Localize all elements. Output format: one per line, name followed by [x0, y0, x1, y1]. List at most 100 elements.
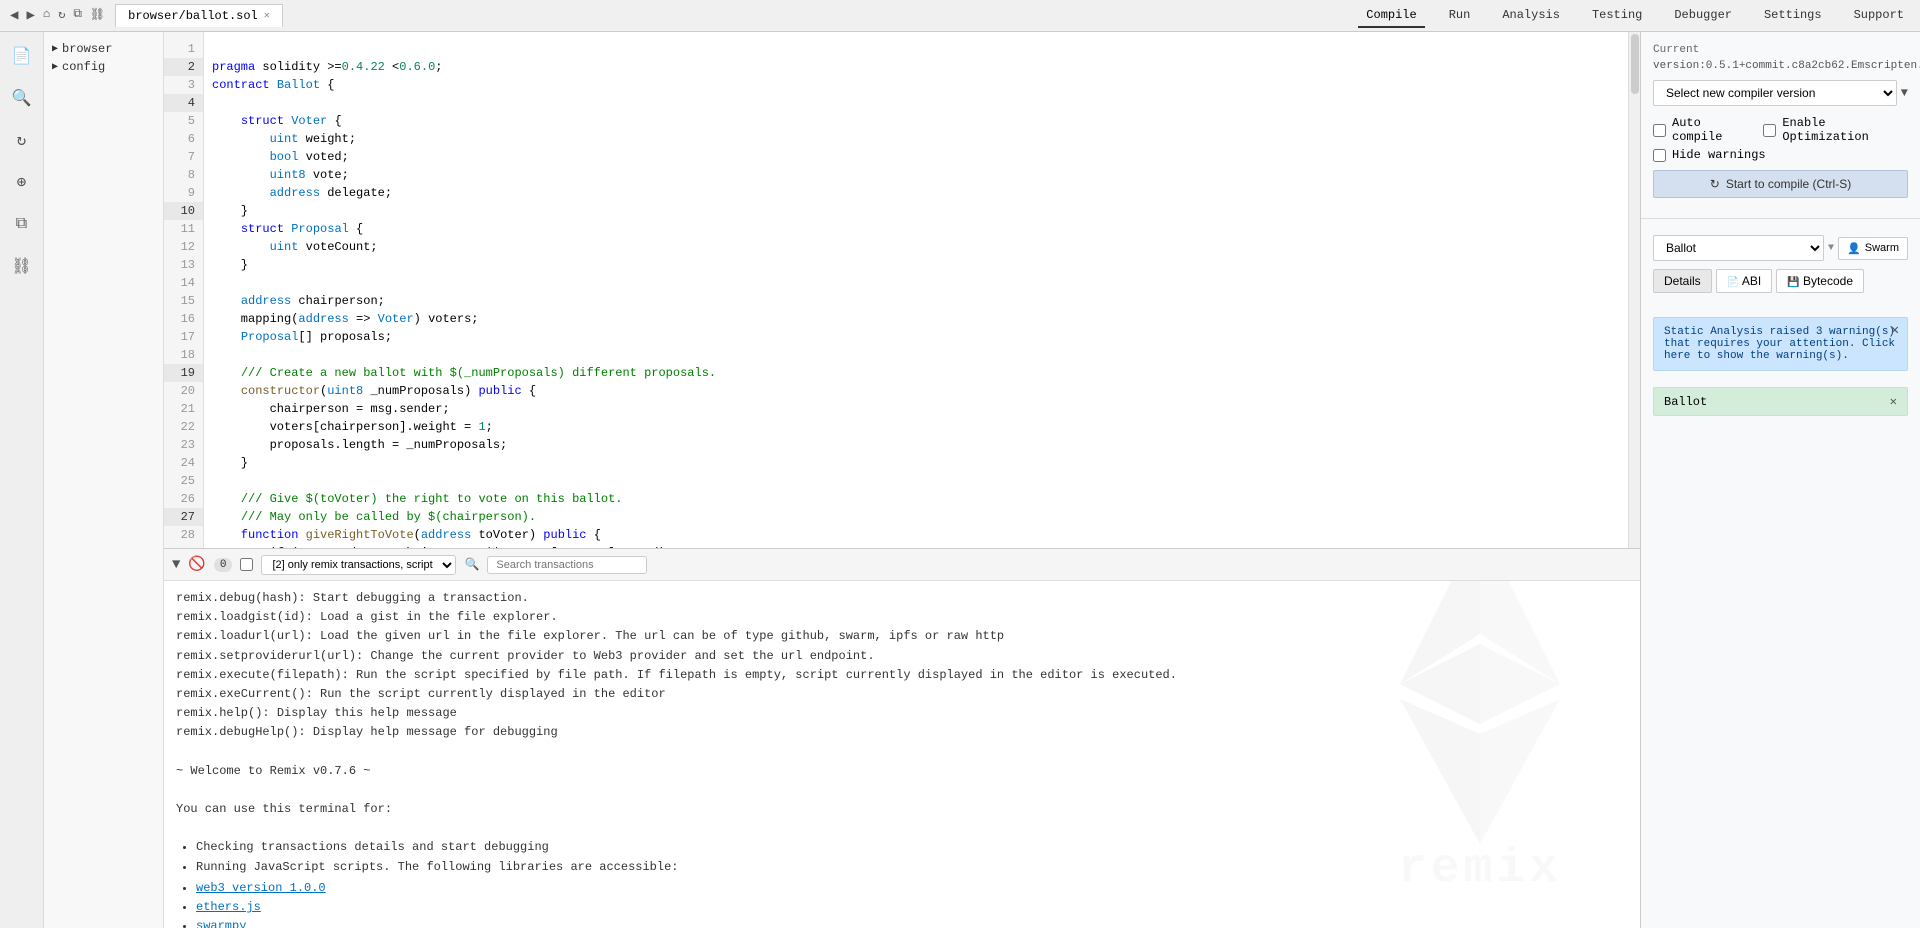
- ln-25: 25: [164, 472, 203, 490]
- code-line-19: constructor(uint8 _numProposals) public …: [212, 384, 536, 398]
- console-sublink-1: web3 version 1.0.0: [196, 879, 1628, 898]
- config-label: config: [62, 60, 105, 74]
- console-search-input[interactable]: [487, 556, 647, 574]
- ln-2: 2: [164, 58, 203, 76]
- menu-testing[interactable]: Testing: [1584, 4, 1650, 28]
- divider-1: [1641, 218, 1920, 219]
- code-line-2: contract Ballot {: [212, 78, 334, 92]
- enable-opt-checkbox[interactable]: [1763, 124, 1776, 137]
- console-welcome: ~ Welcome to Remix v0.7.6 ~: [176, 762, 1628, 781]
- topbar: ◀ ▶ ⌂ ↻ ⧉ ⛓ browser/ballot.sol ✕ Compile…: [0, 0, 1920, 32]
- file-icon[interactable]: 📄: [6, 40, 38, 72]
- contract-select[interactable]: Ballot: [1653, 235, 1824, 261]
- console-line-7: remix.help(): Display this help message: [176, 704, 1628, 723]
- swarm-label: Swarm: [1865, 242, 1899, 254]
- menu-bar: Compile Run Analysis Testing Debugger Se…: [1358, 4, 1912, 28]
- console-line-8: remix.debugHelp(): Display help message …: [176, 723, 1628, 742]
- tree-item-config[interactable]: ▶ config: [48, 58, 159, 76]
- compile-button[interactable]: ↻ Start to compile (Ctrl-S): [1653, 170, 1908, 198]
- ln-13: 13: [164, 256, 203, 274]
- tree-item-browser[interactable]: ▶ browser: [48, 40, 159, 58]
- ballot-badge-close-button[interactable]: ✕: [1890, 394, 1897, 409]
- ln-17: 17: [164, 328, 203, 346]
- ln-15: 15: [164, 292, 203, 310]
- swarm-person-icon: 👤: [1847, 242, 1861, 255]
- link2-icon[interactable]: ⛓: [6, 250, 38, 282]
- code-line-27: function giveRightToVote(address toVoter…: [212, 528, 601, 542]
- ethers-link[interactable]: ethers.js: [196, 900, 261, 914]
- console-line-2: remix.loadgist(id): Load a gist in the f…: [176, 608, 1628, 627]
- swarmpy-link[interactable]: swarmpy: [196, 919, 246, 928]
- forward-button[interactable]: ▶: [24, 5, 36, 26]
- ln-20: 20: [164, 382, 203, 400]
- code-line-22: proposals.length = _numProposals;: [212, 438, 507, 452]
- console-clear-btn[interactable]: 🚫: [188, 556, 205, 573]
- tab-label: browser/ballot.sol: [128, 9, 258, 23]
- console-line-1: remix.debug(hash): Start debugging a tra…: [176, 589, 1628, 608]
- editor-container[interactable]: 1 2 3 4 5 6 7 8 9 10 11 12 13 14 15 16 1: [164, 32, 1640, 548]
- menu-compile[interactable]: Compile: [1358, 4, 1424, 28]
- copy2-icon[interactable]: ⧉: [6, 208, 38, 240]
- code-line-8: address delegate;: [212, 186, 392, 200]
- console-line-6: remix.exeCurrent(): Run the script curre…: [176, 685, 1628, 704]
- code-line-18: /// Create a new ballot with $(_numPropo…: [212, 366, 716, 380]
- ln-26: 26: [164, 490, 203, 508]
- code-line-7: uint8 vote;: [212, 168, 349, 182]
- warning-close-button[interactable]: ✕: [1891, 322, 1899, 339]
- ballot-badge: Ballot ✕: [1653, 387, 1908, 416]
- hide-warnings-checkbox[interactable]: [1653, 149, 1666, 162]
- warning-banner[interactable]: Static Analysis raised 3 warning(s) that…: [1653, 317, 1908, 371]
- code-line-20: chairperson = msg.sender;: [212, 402, 450, 416]
- console-output[interactable]: remix.debug(hash): Start debugging a tra…: [164, 581, 1640, 928]
- ln-23: 23: [164, 436, 203, 454]
- ln-5: 5: [164, 112, 203, 130]
- contract-select-arrow: ▼: [1828, 243, 1834, 254]
- tab-close-button[interactable]: ✕: [264, 10, 270, 22]
- menu-settings[interactable]: Settings: [1756, 4, 1830, 28]
- bytecode-tab-button[interactable]: 💾 Bytecode: [1776, 269, 1864, 293]
- code-content[interactable]: pragma solidity >=0.4.22 <0.6.0; contrac…: [204, 32, 1628, 548]
- editor-scrollbar[interactable]: [1628, 32, 1640, 548]
- current-label: Current: [1653, 44, 1908, 56]
- back-button[interactable]: ◀: [8, 5, 20, 26]
- home-button[interactable]: ⌂: [41, 5, 52, 26]
- hide-warnings-label: Hide warnings: [1672, 148, 1766, 162]
- code-line-15: mapping(address => Voter) voters;: [212, 312, 478, 326]
- details-tab-button[interactable]: Details: [1653, 269, 1712, 293]
- search-icon[interactable]: 🔍: [6, 82, 38, 114]
- refresh-button[interactable]: ↻: [56, 5, 67, 26]
- console-filter-select[interactable]: [2] only remix transactions, script: [261, 555, 456, 575]
- abi-tab-button[interactable]: 📄 ABI: [1716, 269, 1772, 293]
- tab-bar: browser/ballot.sol ✕: [115, 4, 1350, 27]
- plugin-icon[interactable]: ⊕: [6, 166, 38, 198]
- ln-18: 18: [164, 346, 203, 364]
- active-tab[interactable]: browser/ballot.sol ✕: [115, 4, 283, 27]
- menu-run[interactable]: Run: [1441, 4, 1479, 28]
- code-line-26: /// May only be called by $(chairperson)…: [212, 510, 536, 524]
- menu-analysis[interactable]: Analysis: [1494, 4, 1568, 28]
- compiler-version-select[interactable]: Select new compiler version: [1653, 80, 1897, 106]
- nav-arrows: ◀ ▶ ⌂ ↻ ⧉ ⛓: [8, 5, 107, 26]
- auto-compile-label: Auto compile: [1672, 116, 1751, 144]
- ln-9: 9: [164, 184, 203, 202]
- console-collapse-btn[interactable]: ▼: [172, 557, 180, 573]
- code-line-1: pragma solidity >=0.4.22 <0.6.0;: [212, 60, 442, 74]
- git-icon[interactable]: ↻: [6, 124, 38, 156]
- menu-debugger[interactable]: Debugger: [1666, 4, 1740, 28]
- ln-7: 7: [164, 148, 203, 166]
- code-line-6: bool voted;: [212, 150, 349, 164]
- ln-16: 16: [164, 310, 203, 328]
- link-button[interactable]: ⛓: [88, 5, 107, 26]
- swarm-button[interactable]: 👤 Swarm: [1838, 237, 1908, 260]
- ln-24: 24: [164, 454, 203, 472]
- console-checkbox[interactable]: [240, 558, 253, 571]
- menu-support[interactable]: Support: [1846, 4, 1912, 28]
- auto-compile-checkbox[interactable]: [1653, 124, 1666, 137]
- code-line-4: struct Voter {: [212, 114, 342, 128]
- web3-link[interactable]: web3 version 1.0.0: [196, 881, 326, 895]
- code-line-10: struct Proposal {: [212, 222, 363, 236]
- editor-panel: 1 2 3 4 5 6 7 8 9 10 11 12 13 14 15 16 1: [164, 32, 1640, 928]
- main-layout: 📄 🔍 ↻ ⊕ ⧉ ⛓ ▶ browser ▶ config 1 2: [0, 32, 1920, 928]
- right-panel: Current version:0.5.1+commit.c8a2cb62.Em…: [1640, 32, 1920, 928]
- copy-button[interactable]: ⧉: [71, 5, 84, 26]
